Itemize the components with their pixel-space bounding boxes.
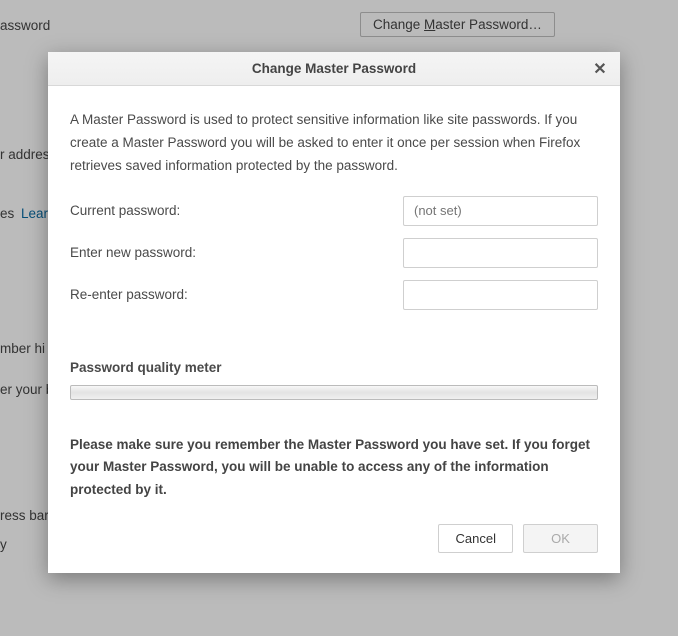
dialog-title: Change Master Password: [252, 61, 416, 76]
new-password-input[interactable]: [403, 238, 598, 268]
dialog-header: Change Master Password ✕: [48, 52, 620, 86]
change-master-password-dialog: Change Master Password ✕ A Master Passwo…: [48, 52, 620, 573]
new-password-row: Enter new password:: [70, 238, 598, 268]
reenter-password-row: Re-enter password:: [70, 280, 598, 310]
cancel-button[interactable]: Cancel: [438, 524, 513, 553]
current-password-label: Current password:: [70, 203, 403, 218]
ok-button: OK: [523, 524, 598, 553]
current-password-input[interactable]: [403, 196, 598, 226]
password-quality-meter: [70, 385, 598, 400]
warning-text: Please make sure you remember the Master…: [70, 434, 598, 502]
close-button[interactable]: ✕: [590, 59, 610, 79]
close-icon: ✕: [593, 59, 606, 79]
reenter-password-label: Re-enter password:: [70, 287, 403, 302]
dialog-body: A Master Password is used to protect sen…: [48, 86, 620, 573]
quality-meter-label: Password quality meter: [70, 360, 598, 375]
new-password-label: Enter new password:: [70, 245, 403, 260]
dialog-footer: Cancel OK: [70, 524, 598, 557]
intro-text: A Master Password is used to protect sen…: [70, 108, 598, 178]
reenter-password-input[interactable]: [403, 280, 598, 310]
current-password-row: Current password:: [70, 196, 598, 226]
